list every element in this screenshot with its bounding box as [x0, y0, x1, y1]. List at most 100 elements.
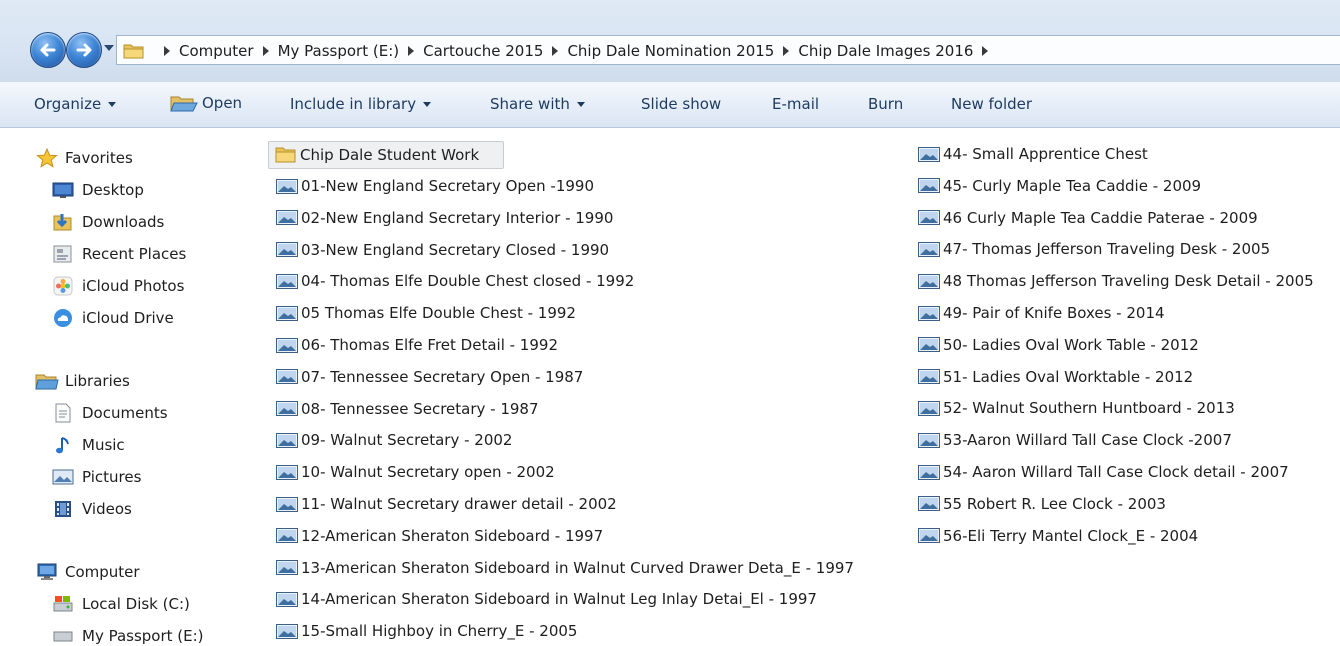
breadcrumb-computer[interactable]: Computer — [179, 42, 254, 60]
file-item-label: 47- Thomas Jefferson Traveling Desk - 20… — [943, 240, 1271, 259]
image-file-icon — [276, 464, 298, 480]
nav-my-passport[interactable]: My Passport (E:) — [52, 626, 204, 646]
nav-icloud-drive[interactable]: iCloud Drive — [52, 308, 174, 328]
folder-item[interactable]: Chip Dale Student Work — [268, 141, 504, 169]
file-item[interactable]: 01-New England Secretary Open -1990 — [276, 174, 594, 198]
icloud-drive-icon — [52, 308, 74, 328]
back-button[interactable] — [30, 32, 66, 68]
file-item-label: 07- Tennessee Secretary Open - 1987 — [301, 367, 584, 386]
nav-favorites[interactable]: Favorites — [35, 148, 133, 168]
nav-computer-label: Computer — [65, 563, 140, 581]
file-item[interactable]: 53-Aaron Willard Tall Case Clock -2007 — [918, 428, 1232, 452]
image-file-icon — [918, 273, 940, 289]
file-item-label: 50- Ladies Oval Work Table - 2012 — [943, 335, 1199, 354]
file-item-label: 14-American Sheraton Sideboard in Walnut… — [301, 590, 817, 609]
image-file-icon — [918, 241, 940, 257]
recent-pages-dropdown-icon[interactable] — [104, 45, 114, 51]
file-item-label: 49- Pair of Knife Boxes - 2014 — [943, 304, 1165, 322]
nav-local-disk[interactable]: Local Disk (C:) — [52, 594, 190, 614]
image-file-icon — [918, 464, 940, 480]
burn-button[interactable]: Burn — [868, 95, 903, 113]
file-item-label: 06- Thomas Elfe Fret Detail - 1992 — [301, 336, 558, 354]
slide-show-button[interactable]: Slide show — [641, 95, 721, 113]
file-item[interactable]: 02-New England Secretary Interior - 1990 — [276, 206, 613, 230]
nav-recent-places[interactable]: Recent Places — [52, 244, 186, 264]
file-item[interactable]: 14-American Sheraton Sideboard in Walnut… — [276, 587, 817, 611]
file-item[interactable]: 07- Tennessee Secretary Open - 1987 — [276, 365, 583, 389]
file-item[interactable]: 08- Tennessee Secretary - 1987 — [276, 397, 539, 421]
nav-documents-label: Documents — [82, 404, 168, 422]
open-button[interactable]: Open — [170, 93, 242, 113]
breadcrumb-separator-icon[interactable] — [164, 46, 170, 56]
breadcrumb-separator-icon[interactable] — [783, 46, 790, 56]
breadcrumb: Computer My Passport (E:) Cartouche 2015… — [155, 40, 997, 62]
file-item[interactable]: 09- Walnut Secretary - 2002 — [276, 428, 512, 452]
nav-music[interactable]: Music — [52, 435, 125, 455]
nav-computer[interactable]: Computer — [35, 562, 140, 582]
file-item[interactable]: 56-Eli Terry Mantel Clock_E - 2004 — [918, 524, 1198, 548]
nav-desktop-label: Desktop — [82, 181, 144, 199]
image-file-icon — [918, 369, 940, 385]
nav-icloud-photos-label: iCloud Photos — [82, 277, 185, 295]
file-item[interactable]: 05 Thomas Elfe Double Chest - 1992 — [276, 301, 576, 325]
file-item[interactable]: 45- Curly Maple Tea Caddie - 2009 — [918, 174, 1201, 198]
breadcrumb-nomination[interactable]: Chip Dale Nomination 2015 — [567, 42, 774, 60]
breadcrumb-separator-icon[interactable] — [982, 46, 989, 56]
file-item[interactable]: 52- Walnut Southern Huntboard - 2013 — [918, 396, 1235, 420]
image-file-icon — [918, 528, 940, 544]
file-item[interactable]: 03-New England Secretary Closed - 1990 — [276, 238, 609, 262]
new-folder-button[interactable]: New folder — [951, 95, 1032, 113]
file-item[interactable]: 54- Aaron Willard Tall Case Clock detail… — [918, 460, 1289, 484]
breadcrumb-cartouche[interactable]: Cartouche 2015 — [423, 42, 543, 60]
chevron-down-icon — [423, 102, 432, 107]
share-with-button[interactable]: Share with — [490, 95, 585, 113]
breadcrumb-separator-icon[interactable] — [262, 46, 269, 56]
breadcrumb-my-passport[interactable]: My Passport (E:) — [278, 42, 400, 60]
file-item[interactable]: 51- Ladies Oval Worktable - 2012 — [918, 365, 1193, 389]
documents-icon — [52, 403, 74, 423]
folder-item-label: Chip Dale Student Work — [300, 146, 480, 164]
file-item[interactable]: 48 Thomas Jefferson Traveling Desk Detai… — [918, 269, 1314, 293]
file-item[interactable]: 12-American Sheraton Sideboard - 1997 — [276, 524, 603, 548]
image-file-icon — [276, 432, 298, 448]
desktop-icon — [52, 180, 74, 200]
file-item[interactable]: 13-American Sheraton Sideboard in Walnut… — [276, 556, 854, 580]
forward-button[interactable] — [66, 32, 102, 68]
file-item[interactable]: 44- Small Apprentice Chest — [918, 142, 1148, 166]
email-button[interactable]: E-mail — [772, 95, 819, 113]
file-item-label: 03-New England Secretary Closed - 1990 — [301, 240, 610, 259]
file-item[interactable]: 10- Walnut Secretary open - 2002 — [276, 460, 555, 484]
file-item[interactable]: 55 Robert R. Lee Clock - 2003 — [918, 492, 1166, 516]
libraries-icon — [35, 371, 59, 391]
nav-libraries[interactable]: Libraries — [35, 371, 130, 391]
share-with-label: Share with — [490, 95, 570, 113]
image-file-icon — [918, 210, 940, 226]
file-item[interactable]: 15-Small Highboy in Cherry_E - 2005 — [276, 619, 577, 643]
file-item[interactable]: 49- Pair of Knife Boxes - 2014 — [918, 301, 1165, 325]
nav-downloads[interactable]: Downloads — [52, 212, 164, 232]
file-item[interactable]: 46 Curly Maple Tea Caddie Paterae - 2009 — [918, 206, 1258, 230]
organize-button[interactable]: Organize — [34, 95, 117, 113]
file-item[interactable]: 11- Walnut Secretary drawer detail - 200… — [276, 492, 617, 516]
include-in-library-button[interactable]: Include in library — [290, 95, 432, 113]
nav-documents[interactable]: Documents — [52, 403, 168, 423]
image-file-icon — [276, 242, 298, 258]
file-item[interactable]: 04- Thomas Elfe Double Chest closed - 19… — [276, 269, 634, 293]
breadcrumb-images[interactable]: Chip Dale Images 2016 — [798, 42, 973, 60]
file-item[interactable]: 06- Thomas Elfe Fret Detail - 1992 — [276, 333, 558, 357]
nav-pictures[interactable]: Pictures — [52, 467, 141, 487]
local-disk-icon — [52, 594, 74, 614]
nav-my-passport-label: My Passport (E:) — [82, 627, 204, 645]
nav-videos-label: Videos — [82, 500, 132, 518]
nav-desktop[interactable]: Desktop — [52, 180, 144, 200]
breadcrumb-separator-icon[interactable] — [552, 46, 559, 56]
nav-videos[interactable]: Videos — [52, 499, 132, 519]
file-item[interactable]: 50- Ladies Oval Work Table - 2012 — [918, 333, 1199, 357]
nav-icloud-photos[interactable]: iCloud Photos — [52, 276, 184, 296]
pictures-icon — [52, 467, 74, 487]
file-item-label: 12-American Sheraton Sideboard - 1997 — [301, 526, 604, 545]
file-item[interactable]: 47- Thomas Jefferson Traveling Desk - 20… — [918, 237, 1270, 261]
include-in-library-label: Include in library — [290, 95, 417, 113]
breadcrumb-separator-icon[interactable] — [408, 46, 415, 56]
address-field[interactable]: Computer My Passport (E:) Cartouche 2015… — [116, 35, 1340, 65]
